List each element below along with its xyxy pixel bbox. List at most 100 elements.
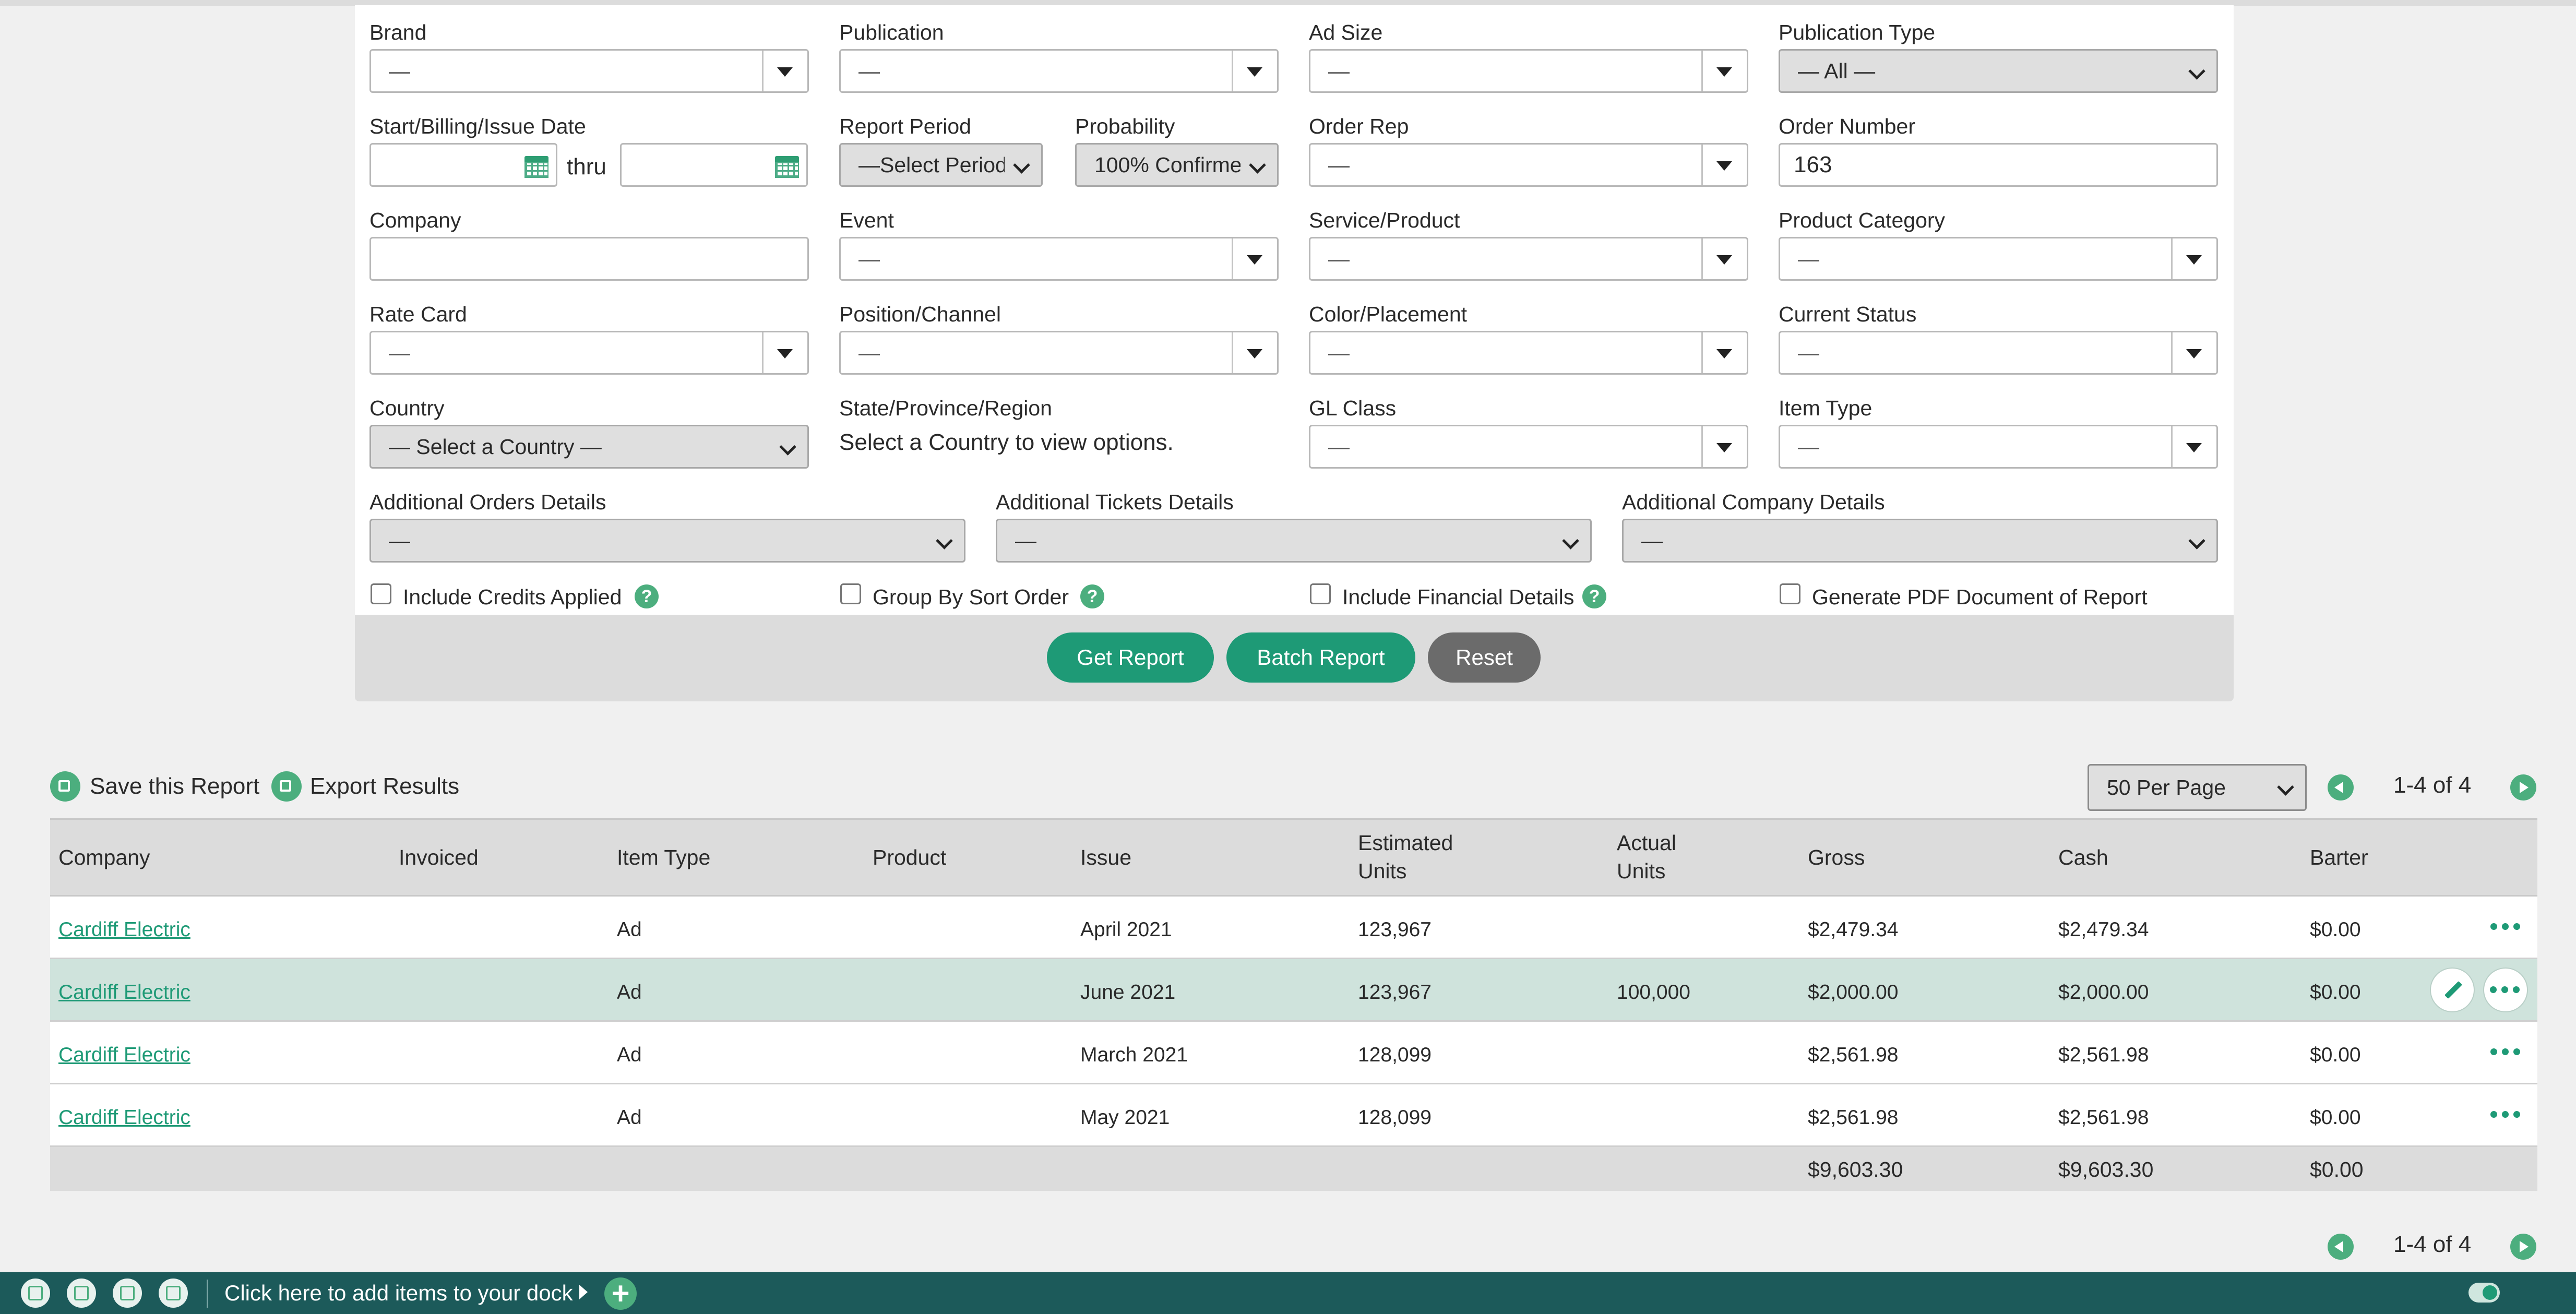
rate-card-select[interactable]: — <box>369 331 809 375</box>
additional-tickets-value: — <box>1015 528 1036 553</box>
col-invoiced[interactable]: Invoiced <box>399 843 479 871</box>
table-row[interactable]: Cardiff Electric Ad March 2021 128,099 $… <box>50 1022 2537 1084</box>
cash-cell: $2,000.00 <box>2058 981 2149 1004</box>
group-by-sort-checkbox[interactable] <box>840 583 861 604</box>
generate-pdf-label: Generate PDF Document of Report <box>1812 585 2148 609</box>
table-row[interactable]: Cardiff Electric Ad April 2021 123,967 $… <box>50 897 2537 959</box>
col-product[interactable]: Product <box>873 843 946 871</box>
per-page-select[interactable]: 50 Per Page <box>2088 764 2307 811</box>
publication-select[interactable]: — <box>839 49 1279 93</box>
export-results-link[interactable]: Export Results <box>310 773 459 799</box>
arrow-right-icon[interactable] <box>579 1285 588 1299</box>
gl-class-value: — <box>1328 434 1350 459</box>
col-barter[interactable]: Barter <box>2310 843 2368 871</box>
report-period-select[interactable]: —Select Period <box>839 143 1043 187</box>
calendar-icon[interactable] <box>524 156 548 178</box>
col-item-type[interactable]: Item Type <box>617 843 710 871</box>
start-date-input[interactable] <box>369 143 557 187</box>
country-label: Country <box>369 396 445 420</box>
issue-cell: March 2021 <box>1080 1044 1188 1066</box>
color-placement-value: — <box>1328 340 1350 365</box>
current-status-select[interactable]: — <box>1779 331 2218 375</box>
col-gross[interactable]: Gross <box>1808 843 1865 871</box>
dock-hint[interactable]: Click here to add items to your dock <box>224 1281 573 1306</box>
edit-button[interactable] <box>2431 969 2474 1011</box>
color-placement-select[interactable]: — <box>1309 331 1748 375</box>
more-options-button[interactable] <box>2484 969 2527 1011</box>
more-options-icon[interactable] <box>2490 1047 2522 1057</box>
more-options-icon[interactable] <box>2490 922 2522 932</box>
company-input[interactable] <box>369 237 809 281</box>
batch-report-button[interactable]: Batch Report <box>1226 632 1415 683</box>
totals-row: $9,603.30 $9,603.30 $0.00 <box>50 1147 2537 1191</box>
service-product-select[interactable]: — <box>1309 237 1748 281</box>
col-issue[interactable]: Issue <box>1080 843 1131 871</box>
col-company[interactable]: Company <box>58 843 150 871</box>
position-channel-value: — <box>858 340 880 365</box>
service-product-value: — <box>1328 246 1350 271</box>
company-link[interactable]: Cardiff Electric <box>58 918 190 941</box>
current-status-label: Current Status <box>1779 302 1917 326</box>
state-label: State/Province/Region <box>839 396 1052 420</box>
previous-page-icon[interactable] <box>2328 1234 2354 1260</box>
probability-select[interactable]: 100% Confirmed <box>1075 143 1279 187</box>
more-options-icon[interactable] <box>2490 1109 2522 1120</box>
event-select[interactable]: — <box>839 237 1279 281</box>
brand-select[interactable]: — <box>369 49 809 93</box>
gross-cell: $2,561.98 <box>1808 1044 1899 1066</box>
position-channel-select[interactable]: — <box>839 331 1279 375</box>
end-date-input[interactable] <box>620 143 808 187</box>
save-icon[interactable] <box>50 771 80 802</box>
export-icon[interactable] <box>271 771 302 802</box>
help-icon[interactable]: ? <box>635 584 659 608</box>
next-page-icon[interactable] <box>2510 774 2536 801</box>
col-actual-units[interactable]: Actual Units <box>1617 829 1676 885</box>
product-category-select[interactable]: — <box>1779 237 2218 281</box>
clock-icon[interactable] <box>21 1279 50 1308</box>
company-link[interactable]: Cardiff Electric <box>58 1106 190 1129</box>
dock-separator <box>207 1280 208 1308</box>
col-estimated-units[interactable]: Estimated Units <box>1358 829 1453 885</box>
message-icon[interactable] <box>113 1279 142 1308</box>
chevron-down-icon <box>1013 157 1030 174</box>
ad-size-select[interactable]: — <box>1309 49 1748 93</box>
mail-icon[interactable] <box>67 1279 96 1308</box>
get-report-button[interactable]: Get Report <box>1047 632 1214 683</box>
help-icon[interactable]: ? <box>1080 584 1104 608</box>
previous-page-icon[interactable] <box>2328 774 2354 801</box>
item-type-cell: Ad <box>617 1044 642 1066</box>
table-row[interactable]: Cardiff Electric Ad June 2021 123,967 10… <box>50 959 2537 1022</box>
dock-toggle[interactable] <box>2468 1283 2500 1303</box>
help-icon[interactable]: ? <box>1582 584 1606 608</box>
additional-tickets-select[interactable]: — <box>996 519 1592 563</box>
reset-button[interactable]: Reset <box>1428 632 1541 683</box>
include-financial-checkbox[interactable] <box>1310 583 1331 604</box>
barter-cell: $0.00 <box>2310 1044 2361 1066</box>
country-select[interactable]: — Select a Country — <box>369 425 809 469</box>
company-link[interactable]: Cardiff Electric <box>58 981 190 1004</box>
save-report-link[interactable]: Save this Report <box>90 773 259 799</box>
company-link[interactable]: Cardiff Electric <box>58 1044 190 1067</box>
generate-pdf-checkbox[interactable] <box>1780 583 1800 604</box>
service-product-label: Service/Product <box>1309 208 1460 232</box>
table-row[interactable]: Cardiff Electric Ad May 2021 128,099 $2,… <box>50 1084 2537 1147</box>
additional-orders-select[interactable]: — <box>369 519 965 563</box>
gl-class-select[interactable]: — <box>1309 425 1748 469</box>
calendar-icon[interactable] <box>775 156 799 178</box>
order-number-input[interactable]: 163 <box>1779 143 2218 187</box>
publication-type-select[interactable]: — All — <box>1779 49 2218 93</box>
col-cash[interactable]: Cash <box>2058 843 2108 871</box>
item-type-select[interactable]: — <box>1779 425 2218 469</box>
next-page-icon[interactable] <box>2510 1234 2536 1260</box>
order-rep-select[interactable]: — <box>1309 143 1748 187</box>
probability-label: Probability <box>1075 114 1175 138</box>
product-category-value: — <box>1798 246 1819 271</box>
chevron-down-icon <box>1249 157 1266 174</box>
pinwheel-icon[interactable] <box>159 1279 188 1308</box>
include-credits-checkbox[interactable] <box>371 583 391 604</box>
additional-orders-label: Additional Orders Details <box>369 490 606 514</box>
plus-icon[interactable]: + <box>604 1277 637 1310</box>
publication-label: Publication <box>839 20 944 44</box>
additional-company-select[interactable]: — <box>1622 519 2218 563</box>
more-options-icon <box>2490 985 2521 995</box>
